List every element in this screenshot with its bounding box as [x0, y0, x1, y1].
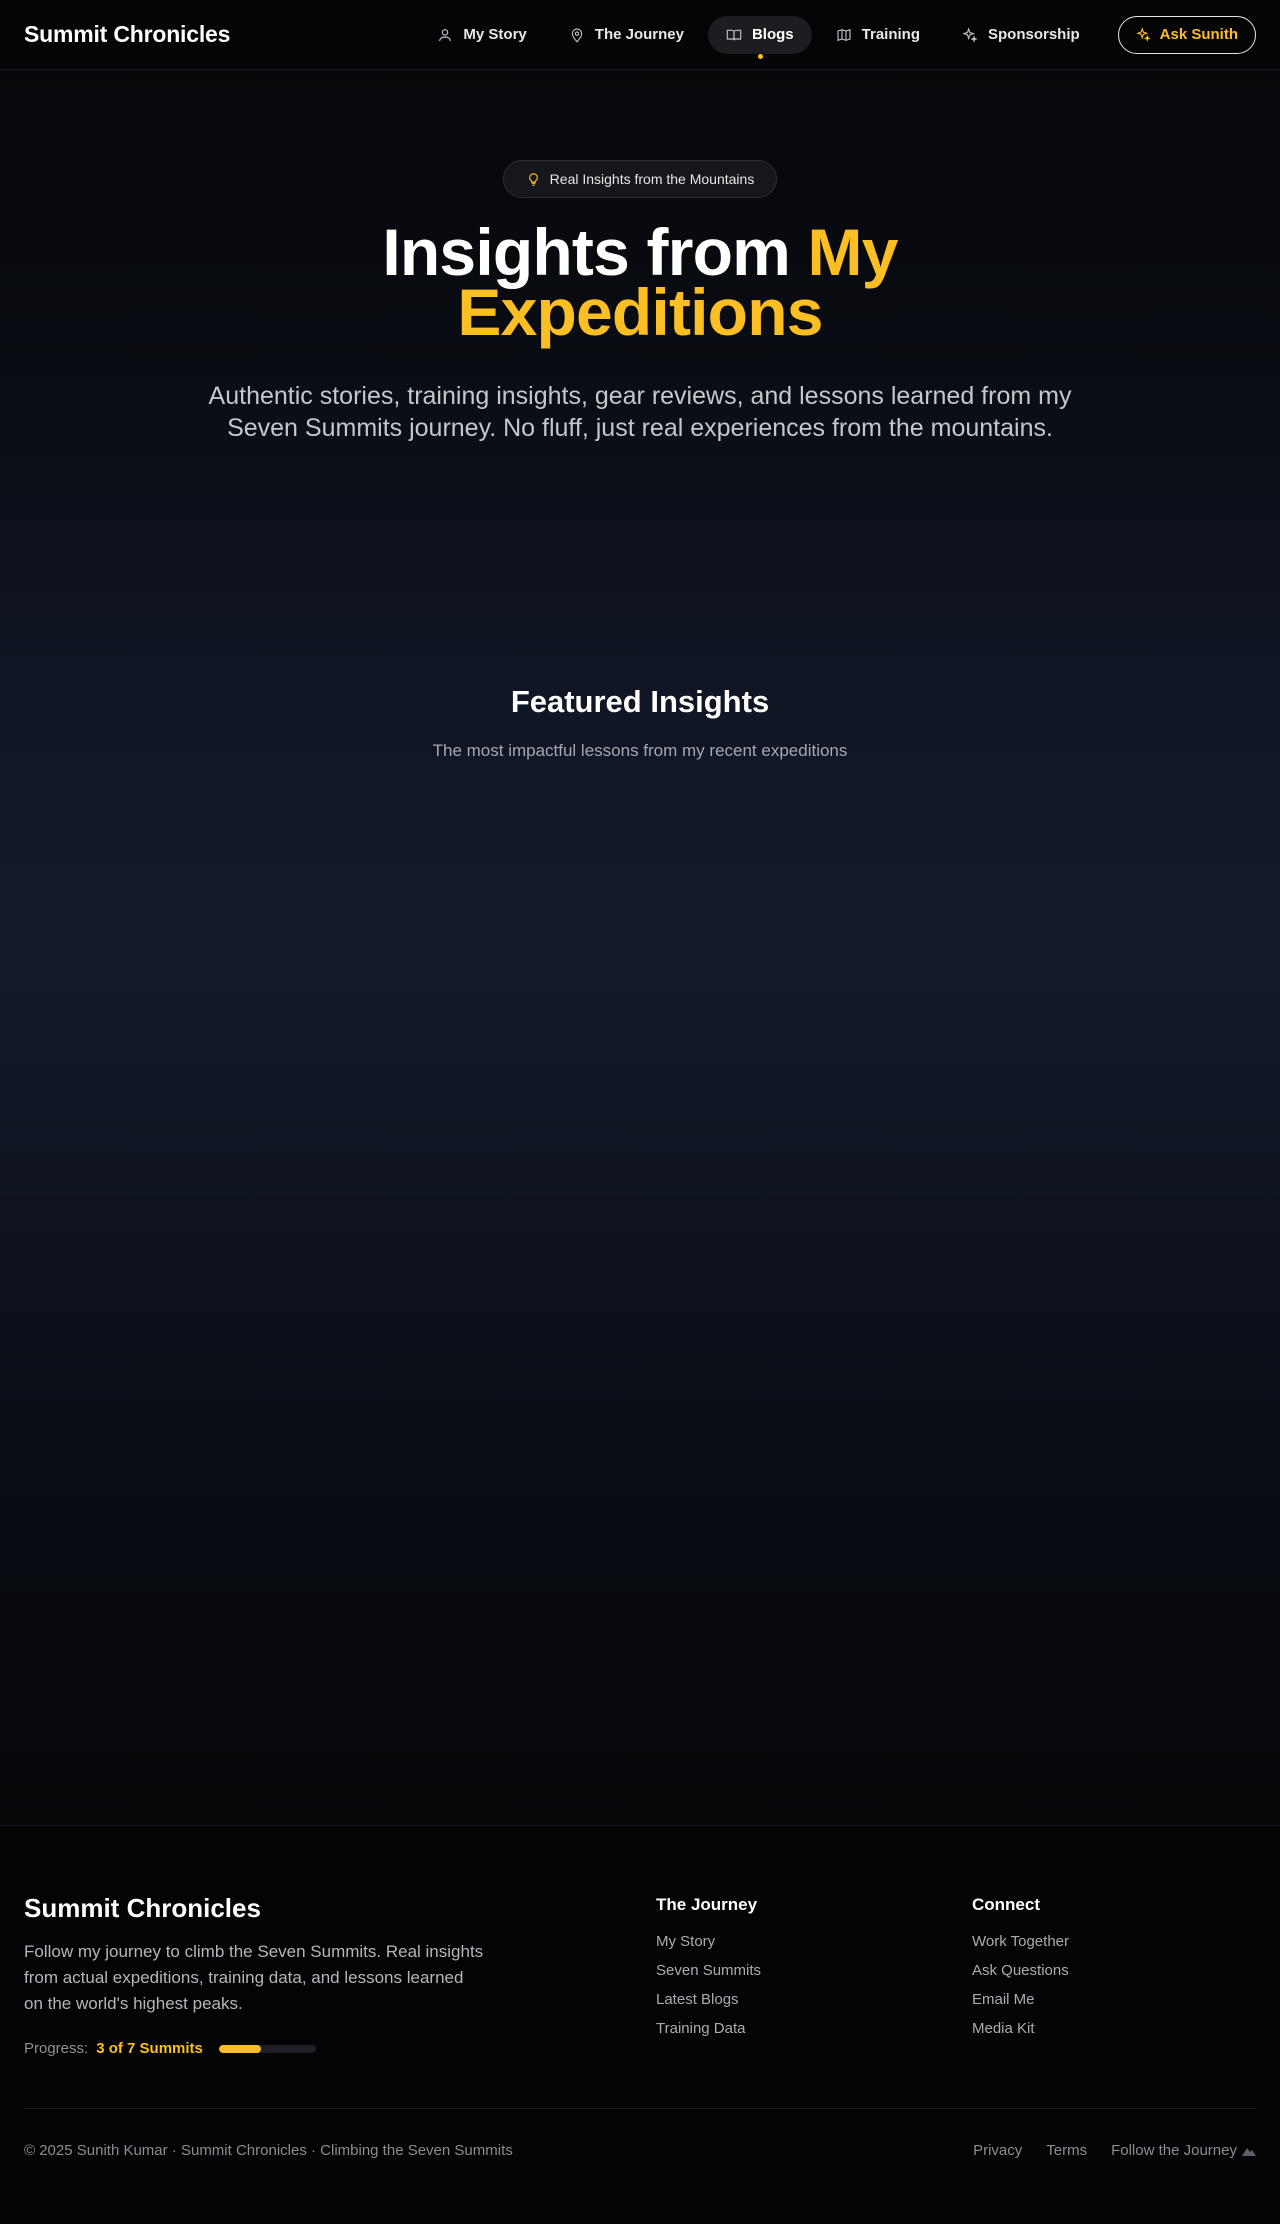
nav-item-label: Training: [861, 26, 920, 43]
footer: Summit Chronicles Follow my journey to c…: [0, 1825, 1280, 2224]
progress-bar: [218, 2044, 316, 2053]
footer-link-media-kit[interactable]: Media Kit: [972, 2020, 1069, 2037]
featured-title: Featured Insights: [510, 684, 770, 719]
nav-item-sponsorship[interactable]: Sponsorship: [944, 16, 1098, 54]
nav-item-training[interactable]: Training: [818, 16, 938, 54]
hero-title: Insights from My Expeditions: [240, 219, 1040, 345]
featured-subtitle: The most impactful lessons from my recen…: [432, 741, 848, 760]
ask-sunith-label: Ask Sunith: [1159, 26, 1238, 43]
footer-link-latest-blogs[interactable]: Latest Blogs: [656, 1991, 761, 2008]
footer-link-terms[interactable]: Terms: [1046, 2142, 1087, 2159]
hero-badge-label: Real Insights from the Mountains: [549, 171, 755, 187]
footer-brand: Summit Chronicles: [24, 1893, 261, 1923]
footer-connect-title: Connect: [972, 1895, 1040, 1914]
footer-link-work-together[interactable]: Work Together: [972, 1933, 1069, 1950]
footer-link-training-data[interactable]: Training Data: [656, 2020, 761, 2037]
nav-item-the-journey[interactable]: The Journey: [551, 16, 702, 54]
nav-item-my-story[interactable]: My Story: [419, 16, 544, 54]
footer-copyright: © 2025 Sunith Kumar · Summit Chronicles …: [24, 2142, 513, 2159]
nav-item-label: Blogs: [751, 26, 794, 43]
footer-journey-title: The Journey: [656, 1895, 758, 1914]
nav-item-blogs[interactable]: Blogs: [707, 15, 812, 59]
hero-badge: Real Insights from the Mountains: [503, 160, 777, 198]
hero-subtitle: Authentic stories, training insights, ge…: [208, 382, 1072, 442]
nav-item-label: My Story: [463, 26, 527, 43]
follow-journey-label: Follow the Journey: [1111, 2142, 1237, 2159]
footer-link-my-story[interactable]: My Story: [656, 1933, 761, 1950]
footer-link-ask-questions[interactable]: Ask Questions: [972, 1962, 1069, 1979]
footer-connect-column: Connect Work Together Ask Questions Emai…: [972, 1895, 1069, 2049]
map-pin-icon: [571, 28, 583, 42]
sparkles-icon: [1135, 27, 1151, 42]
book-open-icon: [726, 29, 742, 40]
footer-description: Follow my journey to climb the Seven Sum…: [24, 1942, 484, 2013]
top-nav: Summit Chronicles My Story The Journey B…: [0, 0, 1280, 70]
footer-link-seven-summits[interactable]: Seven Summits: [656, 1962, 761, 1979]
footer-link-privacy[interactable]: Privacy: [973, 2142, 1022, 2159]
nav-item-label: Sponsorship: [987, 26, 1080, 43]
sparkles-icon: [962, 26, 978, 43]
footer-divider: [24, 2108, 1256, 2109]
footer-link-follow-journey[interactable]: Follow the Journey: [1111, 2142, 1256, 2159]
progress-value: 3 of 7 Summits: [96, 2040, 203, 2057]
footer-link-email-me[interactable]: Email Me: [972, 1991, 1069, 2008]
footer-journey-column: The Journey My Story Seven Summits Lates…: [656, 1895, 761, 2049]
nav-links: My Story The Journey Blogs Training Spon…: [419, 15, 1256, 59]
ask-sunith-button[interactable]: Ask Sunith: [1117, 15, 1256, 54]
user-icon: [439, 28, 452, 41]
lightbulb-icon: [528, 172, 538, 186]
footer-legal-links: Privacy Terms Follow the Journey: [973, 2142, 1256, 2159]
nav-item-label: The Journey: [594, 26, 684, 43]
progress-bar-fill: [218, 2044, 261, 2053]
progress-label: Progress:: [24, 2040, 89, 2057]
active-indicator-dot: [757, 53, 763, 59]
summit-progress: Progress: 3 of 7 Summits: [24, 2040, 316, 2057]
brand-logo[interactable]: Summit Chronicles: [24, 21, 230, 48]
map-icon: [837, 28, 851, 41]
mountain-icon: [1242, 2148, 1256, 2156]
